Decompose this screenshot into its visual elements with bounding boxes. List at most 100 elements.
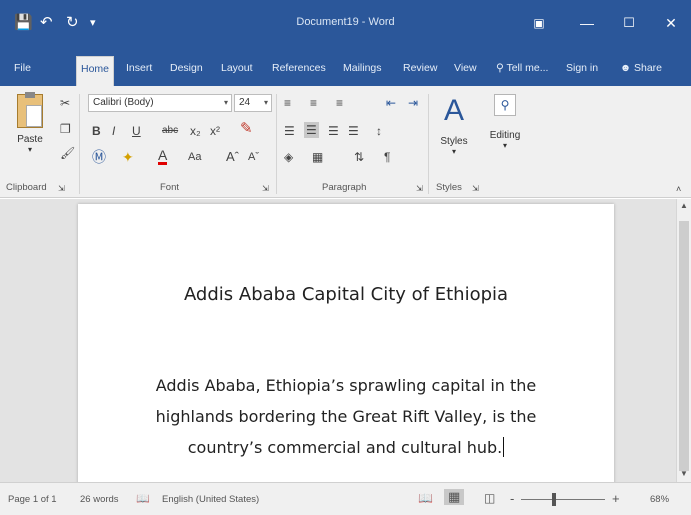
italic-button[interactable]: I	[112, 124, 115, 138]
styles-button[interactable]: A Styles ▾	[436, 94, 472, 174]
grow-font-button[interactable]: Aˆ	[226, 150, 239, 164]
text-effects-icon[interactable]: Ⓜ	[92, 150, 106, 164]
title-bar: 💾 ↶ ↻ ▾ Document19 - Word ▣ — ☐ ✕	[0, 0, 691, 50]
align-right-icon[interactable]: ☰	[328, 124, 339, 138]
chevron-down-icon: ▾	[223, 98, 228, 107]
page-count[interactable]: Page 1 of 1	[8, 494, 57, 505]
status-bar: Page 1 of 1 26 words 📖 English (United S…	[0, 482, 691, 515]
collapse-ribbon-icon[interactable]: ˄	[676, 182, 681, 196]
document-page[interactable]: Addis Ababa Capital City of Ethiopia Add…	[78, 204, 614, 482]
tab-home[interactable]: Home	[76, 56, 115, 86]
paragraph-text: Addis Ababa, Ethiopia’s sprawling capita…	[155, 376, 537, 457]
print-layout-icon[interactable]: ▦	[444, 489, 465, 505]
web-layout-icon[interactable]: ◫	[484, 491, 495, 505]
scroll-up-icon[interactable]: ▲	[677, 199, 691, 213]
styles-icon: A	[443, 94, 464, 127]
dialog-launcher-icon[interactable]: ⇲	[416, 182, 423, 196]
line-spacing-icon[interactable]: ↕	[376, 124, 382, 138]
align-center-icon[interactable]: ☰	[304, 122, 319, 138]
font-name-value: Calibri (Body)	[93, 97, 154, 108]
tab-file[interactable]: File	[14, 62, 31, 74]
clipboard-icon	[17, 92, 43, 128]
scroll-thumb[interactable]	[679, 221, 689, 471]
chevron-down-icon: ▾	[263, 98, 268, 107]
change-case-button[interactable]: Aa	[188, 150, 201, 164]
chevron-down-icon: ▾	[27, 145, 32, 154]
tab-references[interactable]: References	[272, 62, 326, 74]
clear-formatting-icon[interactable]: ✎	[240, 121, 253, 136]
decrease-indent-icon[interactable]: ⇤	[386, 96, 396, 110]
language-indicator[interactable]: English (United States)	[162, 494, 259, 505]
person-icon: ☻	[620, 62, 632, 74]
zoom-in-button[interactable]: +	[612, 491, 620, 506]
share-button[interactable]: ☻ Share	[620, 62, 662, 74]
styles-label: Styles	[440, 136, 468, 147]
highlight-icon[interactable]: ✦	[122, 150, 134, 164]
format-painter-icon[interactable]: 🖌	[60, 146, 75, 160]
paragraph-group-label: Paragraph	[322, 182, 367, 193]
shrink-font-button[interactable]: Aˇ	[248, 150, 259, 164]
document-paragraph: Addis Ababa, Ethiopia’s sprawling capita…	[126, 370, 566, 463]
tab-design[interactable]: Design	[170, 62, 203, 74]
proofing-icon[interactable]: 📖	[136, 492, 150, 505]
tab-review[interactable]: Review	[403, 62, 437, 74]
maximize-icon[interactable]: ☐	[618, 12, 640, 34]
tab-view[interactable]: View	[454, 62, 477, 74]
styles-group-label: Styles	[436, 182, 462, 193]
underline-button[interactable]: U	[132, 124, 141, 138]
editing-button[interactable]: ⚲ Editing ▾	[486, 94, 524, 174]
dialog-launcher-icon[interactable]: ⇲	[58, 182, 65, 196]
copy-icon[interactable]: ❐	[60, 122, 71, 136]
subscript-button[interactable]: x₂	[190, 124, 201, 138]
tab-layout[interactable]: Layout	[221, 62, 253, 74]
font-size-combo[interactable]: 24 ▾	[234, 94, 272, 112]
lightbulb-icon: ⚲	[496, 62, 504, 74]
zoom-out-button[interactable]: -	[510, 491, 514, 506]
word-count[interactable]: 26 words	[80, 494, 119, 505]
close-icon[interactable]: ✕	[660, 12, 682, 34]
cut-icon[interactable]: ✂	[60, 96, 70, 110]
zoom-slider-thumb[interactable]	[552, 493, 556, 506]
sort-icon[interactable]: ⇅	[354, 150, 364, 164]
numbering-icon[interactable]: ≡	[310, 96, 317, 110]
dialog-launcher-icon[interactable]: ⇲	[472, 182, 479, 196]
chevron-down-icon: ▾	[502, 141, 507, 150]
search-icon: ⚲	[494, 94, 516, 116]
vertical-scrollbar[interactable]: ▲ ▼	[676, 199, 691, 482]
document-heading: Addis Ababa Capital City of Ethiopia	[183, 284, 509, 305]
clipboard-group-label: Clipboard	[6, 182, 47, 193]
superscript-button[interactable]: x²	[210, 124, 220, 138]
tell-me-box[interactable]: ⚲ Tell me...	[496, 62, 548, 74]
bold-button[interactable]: B	[92, 124, 101, 138]
font-name-combo[interactable]: Calibri (Body) ▾	[88, 94, 232, 112]
read-mode-icon[interactable]: 📖	[418, 491, 433, 505]
align-left-icon[interactable]: ☰	[284, 124, 295, 138]
zoom-slider-track[interactable]	[521, 499, 605, 500]
multilevel-list-icon[interactable]: ≡	[336, 96, 343, 110]
tab-mailings[interactable]: Mailings	[343, 62, 382, 74]
ribbon: Paste ▾ ✂ ❐ 🖌 Clipboard ⇲ Calibri (Body)…	[0, 86, 691, 198]
text-cursor	[503, 437, 505, 457]
font-size-value: 24	[239, 97, 251, 108]
tab-insert[interactable]: Insert	[126, 62, 152, 74]
dialog-launcher-icon[interactable]: ⇲	[262, 182, 269, 196]
minimize-icon[interactable]: —	[576, 12, 598, 34]
increase-indent-icon[interactable]: ⇥	[408, 96, 418, 110]
zoom-level[interactable]: 68%	[650, 494, 669, 505]
bullets-icon[interactable]: ≡	[284, 96, 291, 110]
strikethrough-button[interactable]: abc	[162, 124, 178, 138]
pilcrow-icon[interactable]: ¶	[384, 150, 390, 164]
share-label: Share	[633, 62, 663, 74]
scroll-down-icon[interactable]: ▼	[677, 467, 691, 481]
tell-me-label: Tell me...	[506, 62, 549, 74]
paste-label: Paste	[17, 134, 43, 145]
justify-icon[interactable]: ☰	[348, 124, 359, 138]
sign-in-link[interactable]: Sign in	[566, 62, 598, 74]
paste-button[interactable]: Paste ▾	[12, 92, 48, 168]
font-color-button[interactable]: A	[158, 148, 168, 165]
shading-icon[interactable]: ◈	[284, 150, 293, 164]
editing-label: Editing	[489, 130, 521, 141]
document-canvas: Addis Ababa Capital City of Ethiopia Add…	[0, 199, 676, 482]
ribbon-display-icon[interactable]: ▣	[528, 12, 550, 34]
borders-icon[interactable]: ▦	[312, 150, 323, 164]
